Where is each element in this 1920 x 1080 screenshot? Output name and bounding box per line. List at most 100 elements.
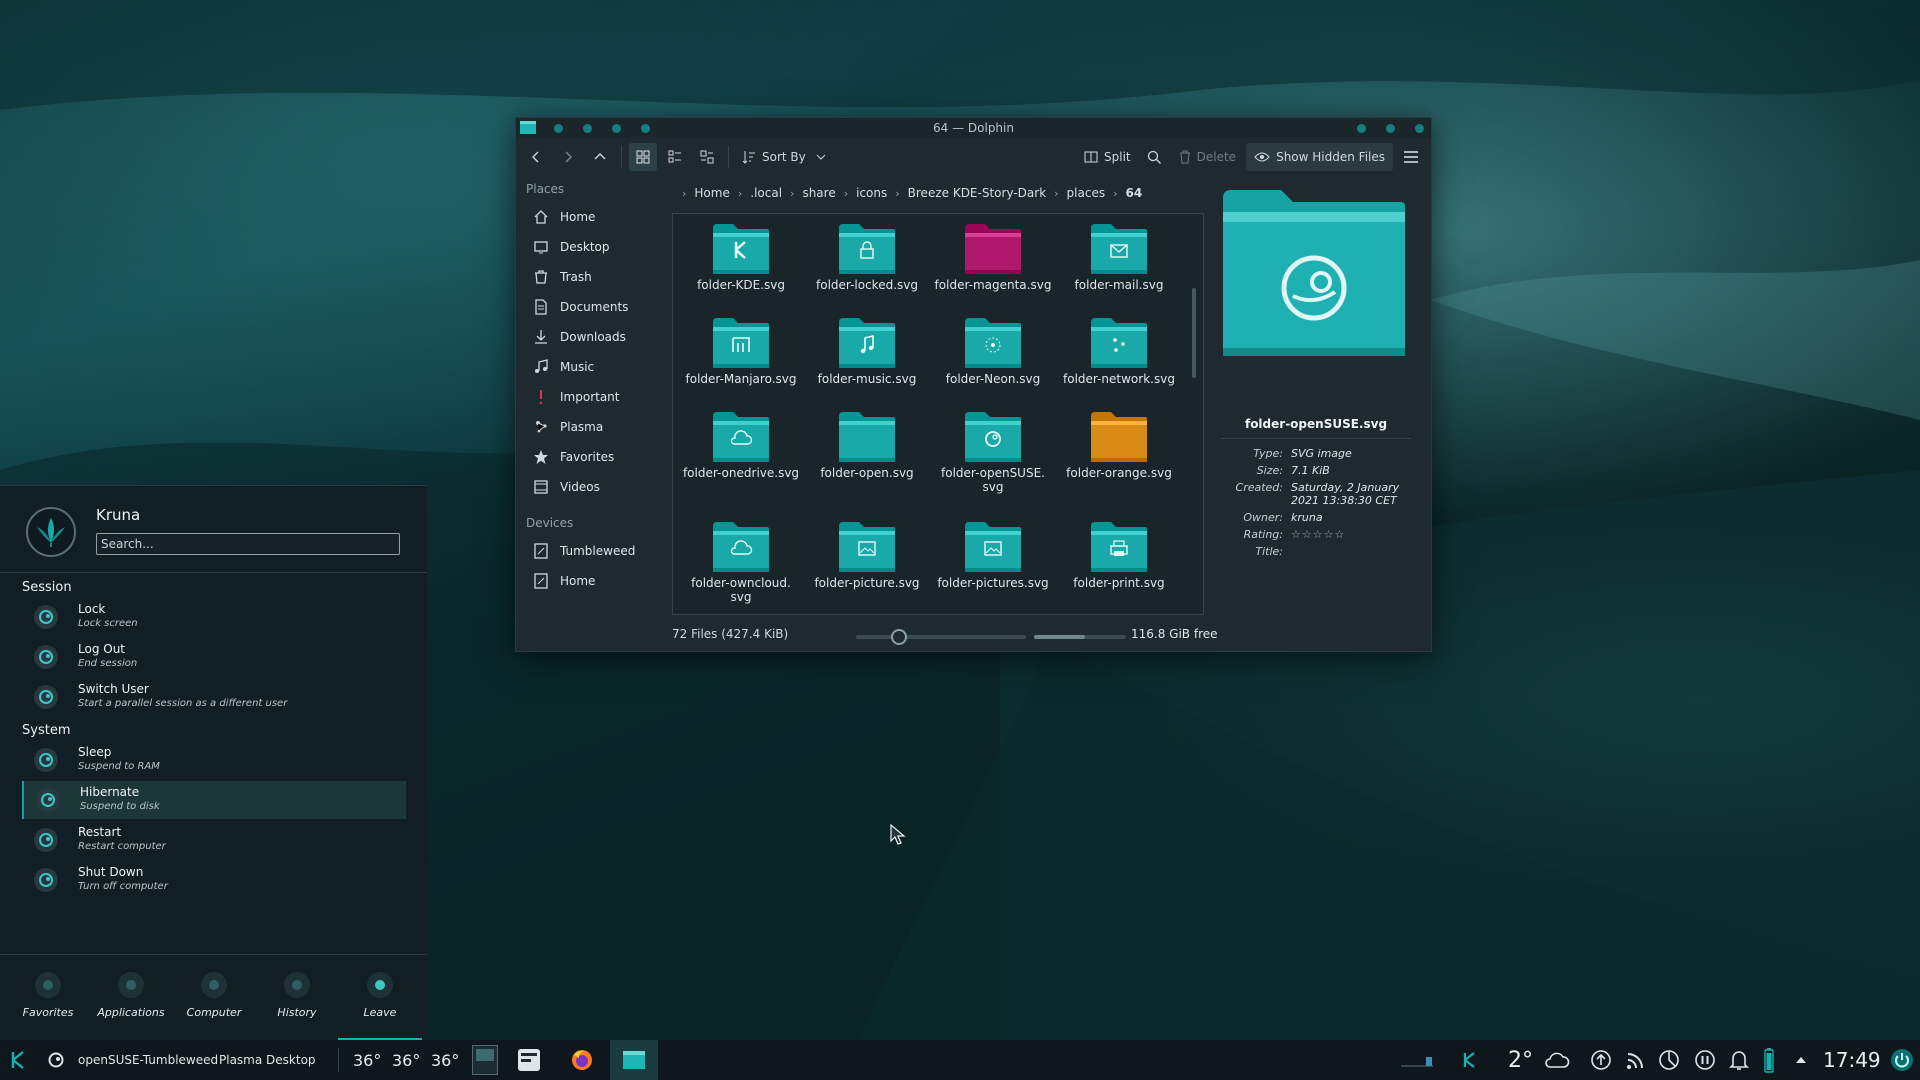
power-icon[interactable] [1890, 1040, 1914, 1080]
rss-feed-icon[interactable] [1625, 1040, 1647, 1080]
file-item[interactable]: folder-locked.svg [804, 222, 930, 292]
devices-item-tumbleweed[interactable]: Tumbleweed [516, 536, 666, 566]
places-item-videos[interactable]: Videos [516, 472, 666, 502]
leave-item-log-out[interactable]: Log Out End session [22, 638, 406, 676]
hamburger-menu-icon [1403, 150, 1419, 164]
cloud-icon[interactable] [1544, 1040, 1570, 1080]
file-item[interactable]: folder-KDE.svg [678, 222, 804, 292]
places-item-music[interactable]: Music [516, 352, 666, 382]
battery-icon[interactable] [1764, 1040, 1774, 1080]
breadcrumb-item[interactable]: › share [782, 186, 836, 200]
delete-button[interactable]: Delete [1173, 143, 1242, 171]
forward-button[interactable] [554, 143, 582, 171]
media-pause-icon[interactable] [1694, 1040, 1716, 1080]
launcher-button[interactable] [8, 1040, 30, 1080]
places-item-documents[interactable]: Documents [516, 292, 666, 322]
zoom-slider-handle[interactable] [890, 629, 907, 645]
file-view[interactable]: folder-KDE.svg folder-locked.svg folder-ma… [672, 213, 1204, 615]
file-item[interactable]: folder-print.svg [1056, 520, 1182, 590]
file-item[interactable]: folder-Neon.svg [930, 316, 1056, 386]
file-view-scrollbar[interactable] [1192, 288, 1196, 378]
leave-item-restart[interactable]: Restart Restart computer [22, 821, 406, 859]
tab-computer[interactable]: Computer [172, 955, 256, 1041]
network-activity-icon[interactable] [1400, 1040, 1434, 1080]
file-item[interactable]: folder-picture.svg [804, 520, 930, 590]
cpu-temp-1[interactable]: 36° [353, 1040, 381, 1080]
up-button[interactable] [586, 143, 614, 171]
clock[interactable]: 17:49 [1823, 1040, 1881, 1080]
search-button[interactable] [1141, 143, 1169, 171]
file-item[interactable]: folder-onedrive.svg [678, 410, 804, 480]
virtual-desktop[interactable] [472, 1045, 498, 1075]
back-button[interactable] [522, 143, 550, 171]
folder-icon [837, 520, 897, 574]
updates-icon[interactable] [1590, 1040, 1612, 1080]
system-monitor-task[interactable] [518, 1040, 540, 1080]
leave-item-shut-down[interactable]: Shut Down Turn off computer [22, 861, 406, 899]
file-item[interactable]: folder-open.svg [804, 410, 930, 480]
pager[interactable] [472, 1040, 498, 1080]
breadcrumb-item[interactable]: › icons [836, 186, 888, 200]
breadcrumb-item[interactable]: › .local [730, 186, 782, 200]
show-hidden-files-button[interactable]: Show Hidden Files [1246, 143, 1393, 171]
file-item[interactable]: folder-Manjaro.svg [678, 316, 804, 386]
details-view-button[interactable] [693, 143, 721, 171]
cpu-temp-3[interactable]: 36° [431, 1040, 459, 1080]
split-button[interactable]: Split [1078, 143, 1137, 171]
places-item-plasma[interactable]: Plasma [516, 412, 666, 442]
maximize-button[interactable] [1386, 124, 1395, 133]
file-item[interactable]: folder-music.svg [804, 316, 930, 386]
tab-leave[interactable]: Leave [338, 955, 422, 1041]
leave-item-lock[interactable]: Lock Lock screen [22, 598, 406, 636]
icons-view-button[interactable] [629, 143, 657, 171]
dolphin-task[interactable] [610, 1040, 658, 1080]
hamburger-menu-button[interactable] [1397, 143, 1425, 171]
file-item[interactable]: folder-pictures.svg [930, 520, 1056, 590]
tab-applications[interactable]: Applications [89, 955, 173, 1041]
title-bar[interactable]: 64 — Dolphin [516, 118, 1431, 138]
sort-by-button[interactable]: Sort By [736, 143, 832, 171]
breadcrumb-item[interactable]: › Breeze KDE-Story-Dark [887, 186, 1046, 200]
minimize-button[interactable] [1357, 124, 1366, 133]
leave-item-switch-user[interactable]: Switch User Start a parallel session as a… [22, 678, 406, 716]
kde-connect-icon[interactable] [1460, 1040, 1480, 1080]
opensuse-logo-icon[interactable] [46, 1040, 66, 1080]
leave-item-hibernate[interactable]: Hibernate Suspend to disk [22, 781, 406, 819]
rating-stars[interactable]: ☆☆☆☆☆ [1291, 528, 1401, 541]
cpu-temp-2[interactable]: 36° [392, 1040, 420, 1080]
firefox-task[interactable] [570, 1040, 594, 1080]
breadcrumb-item[interactable]: › Home [674, 186, 730, 200]
places-item-trash[interactable]: Trash [516, 262, 666, 292]
file-item[interactable]: folder-magenta.svg [930, 222, 1056, 292]
file-item[interactable]: folder-network.svg [1056, 316, 1182, 386]
distro-label[interactable]: openSUSE-Tumbleweed [78, 1040, 218, 1080]
breadcrumb-item[interactable]: › 64 [1105, 186, 1142, 200]
leave-item-title: Lock [78, 602, 106, 616]
folder-opensuse-preview [1223, 190, 1405, 356]
places-item-favorites[interactable]: Favorites [516, 442, 666, 472]
zoom-slider[interactable] [856, 629, 1026, 645]
leave-item-sleep[interactable]: Sleep Suspend to RAM [22, 741, 406, 779]
places-item-home[interactable]: Home [516, 202, 666, 232]
tab-history[interactable]: History [255, 955, 339, 1041]
file-item[interactable]: folder-openSUSE. svg [930, 410, 1056, 494]
breadcrumb-item[interactable]: › places [1046, 186, 1105, 200]
avatar[interactable] [26, 507, 76, 557]
places-item-important[interactable]: Important [516, 382, 666, 412]
devices-item-home[interactable]: Home [516, 566, 666, 596]
folder-icon [1089, 316, 1149, 370]
file-item[interactable]: folder-owncloud. svg [678, 520, 804, 604]
disk-usage-icon[interactable] [1658, 1040, 1680, 1080]
tray-expand-icon[interactable] [1795, 1040, 1807, 1080]
file-item[interactable]: folder-mail.svg [1056, 222, 1182, 292]
activity-label[interactable]: Plasma Desktop [219, 1040, 316, 1080]
file-item[interactable]: folder-orange.svg [1056, 410, 1182, 480]
tab-favorites[interactable]: Favorites [6, 955, 90, 1041]
places-item-downloads[interactable]: Downloads [516, 322, 666, 352]
search-input[interactable]: Search... [96, 533, 400, 555]
close-button[interactable] [1415, 124, 1424, 133]
places-item-desktop[interactable]: Desktop [516, 232, 666, 262]
compact-view-button[interactable] [661, 143, 689, 171]
notifications-bell-icon[interactable] [1729, 1040, 1749, 1080]
weather-temperature[interactable]: 2° [1508, 1040, 1533, 1080]
